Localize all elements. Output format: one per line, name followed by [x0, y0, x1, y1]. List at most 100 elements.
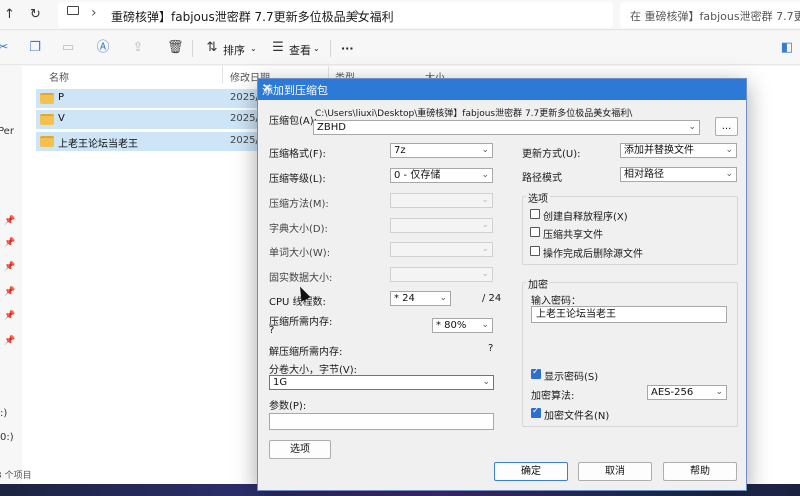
- view-button[interactable]: 查看: [289, 42, 311, 58]
- cancel-button[interactable]: 取消: [578, 462, 652, 481]
- split-volume-value: 1G: [273, 377, 288, 388]
- paste-icon[interactable]: ▭: [61, 41, 75, 55]
- chevron-down-icon: ⌄: [481, 320, 489, 330]
- cpu-threads-select[interactable]: * 24 ⌄: [390, 291, 451, 306]
- file-name: 上老王论坛当老王: [58, 139, 138, 150]
- nav-item[interactable]: :): [0, 408, 7, 419]
- archive-name-value: ZBHD: [317, 122, 346, 133]
- solid-size-select[interactable]: ⌄: [390, 267, 493, 282]
- chevron-down-icon: ⌄: [439, 293, 447, 303]
- cpu-threads-value: * 24: [394, 293, 415, 304]
- encrypt-names-checkbox[interactable]: [531, 406, 541, 418]
- status-bar: 3 个项目: [0, 466, 240, 482]
- path-mode-value: 相对路径: [624, 169, 664, 180]
- chevron-down-icon: ⌄: [481, 269, 489, 279]
- pin-icon: 📌: [4, 336, 16, 346]
- chevron-down-icon: ⌄: [725, 145, 733, 155]
- divider: [222, 66, 223, 84]
- dictionary-select[interactable]: ⌄: [390, 218, 493, 233]
- password-label: 输入密码：: [531, 296, 581, 307]
- chevron-down-icon: ⌄: [481, 170, 489, 180]
- word-size-select[interactable]: ⌄: [390, 242, 493, 257]
- method-select[interactable]: ⌄: [390, 193, 493, 208]
- parameters-label: 参数(P):: [269, 401, 307, 412]
- update-mode-value: 添加并替换文件: [624, 145, 694, 156]
- solid-size-label: 固实数据大小:: [269, 273, 333, 284]
- word-size-label: 单词大小(W):: [269, 248, 331, 259]
- help-button[interactable]: 帮助: [663, 462, 737, 481]
- sfx-checkbox[interactable]: [530, 209, 540, 219]
- cpu-threads-label: CPU 线程数:: [269, 297, 326, 308]
- ok-button[interactable]: 确定: [494, 462, 568, 481]
- address-bar: ↑ ↻ › 重磅核弹】fabjous泄密群 7.7更新多位极品美女福利 › 在 …: [0, 0, 800, 30]
- command-bar: ✂ ❐ ▭ Ⓐ ⇪ 🗑 ⇅ 排序 ⌄ ☰ 查看 ⌄ ··· ◧: [0, 31, 800, 65]
- archive-name-combo[interactable]: ZBHD ⌄: [313, 120, 700, 135]
- show-password-label[interactable]: 显示密码(S): [544, 368, 598, 383]
- decompress-memory-value: ?: [488, 343, 494, 354]
- shared-files-checkbox[interactable]: [530, 227, 540, 237]
- copy-icon[interactable]: ❐: [28, 41, 42, 55]
- level-select[interactable]: 0 - 仅存储 ⌄: [390, 168, 493, 183]
- share-icon[interactable]: ⇪: [131, 41, 145, 55]
- table-row[interactable]: 上老王论坛当老王 2025/7: [36, 132, 276, 151]
- pin-icon: 📌: [4, 262, 16, 272]
- divider: [330, 40, 331, 57]
- show-password-checkbox[interactable]: [531, 367, 541, 379]
- rename-icon[interactable]: Ⓐ: [96, 41, 110, 55]
- table-row[interactable]: V 2025/7: [36, 110, 276, 129]
- chevron-down-icon: ⌄: [715, 387, 723, 397]
- navigation-pane: Per 📌 📌 📌 📌 📌 📌 :) 0:): [0, 66, 22, 486]
- password-input[interactable]: 上老王论坛当老王: [531, 306, 727, 323]
- delete-after-checkbox[interactable]: [530, 246, 540, 256]
- encrypt-names-label[interactable]: 加密文件名(N): [544, 407, 609, 422]
- column-header-name[interactable]: 名称: [49, 69, 69, 84]
- encryption-method-value: AES-256: [651, 387, 694, 398]
- computer-icon: [67, 6, 79, 15]
- options-button[interactable]: 选项: [269, 440, 331, 459]
- breadcrumb[interactable]: 重磅核弹】fabjous泄密群 7.7更新多位极品美女福利: [111, 8, 394, 25]
- dictionary-label: 字典大小(D):: [269, 224, 328, 235]
- memory-usage-select[interactable]: * 80% ⌄: [432, 318, 493, 333]
- refresh-icon[interactable]: ↻: [30, 7, 41, 22]
- nav-item[interactable]: Per: [0, 126, 14, 137]
- file-name: P: [58, 92, 65, 103]
- folder-icon: [40, 136, 54, 147]
- split-volume-combo[interactable]: 1G ⌄: [269, 375, 494, 390]
- delete-after-label[interactable]: 操作完成后删除源文件: [543, 245, 643, 260]
- delete-icon[interactable]: 🗑: [167, 41, 184, 55]
- close-icon[interactable]: ✕: [262, 81, 742, 95]
- more-options-button[interactable]: ···: [341, 42, 354, 55]
- browse-button[interactable]: ...: [715, 117, 738, 136]
- sort-button[interactable]: 排序: [223, 42, 245, 58]
- shared-files-label[interactable]: 压缩共享文件: [543, 226, 603, 241]
- path-mode-select[interactable]: 相对路径 ⌄: [620, 167, 737, 182]
- folder-icon: [40, 114, 54, 125]
- table-row[interactable]: P 2025/7: [36, 89, 276, 108]
- cut-icon[interactable]: ✂: [0, 41, 10, 55]
- address-field[interactable]: › 重磅核弹】fabjous泄密群 7.7更新多位极品美女福利 ›: [58, 2, 613, 28]
- nav-item[interactable]: 0:): [0, 432, 14, 443]
- chevron-down-icon: ⌄: [725, 169, 733, 179]
- search-input[interactable]: 在 重磅核弹】fabjous泄密群 7.7更新多位极品美女: [620, 2, 800, 28]
- encryption-method-label: 加密算法:: [531, 391, 575, 402]
- view-icon[interactable]: ☰: [271, 41, 285, 55]
- add-to-archive-dialog: 添加到压缩包 ✕ 压缩包(A): C:\Users\liuxi\Desktop\…: [257, 78, 747, 491]
- options-group-title: 选项: [526, 190, 550, 205]
- sort-icon[interactable]: ⇅: [205, 41, 219, 55]
- parameters-input[interactable]: [269, 413, 494, 430]
- chevron-down-icon: ⌄: [481, 244, 489, 254]
- details-pane-icon[interactable]: ◧: [780, 41, 794, 55]
- chevron-right-icon[interactable]: ›: [91, 5, 97, 21]
- update-mode-select[interactable]: 添加并替换文件 ⌄: [620, 143, 737, 158]
- up-arrow-icon[interactable]: ↑: [4, 7, 15, 22]
- update-mode-label: 更新方式(U):: [522, 149, 581, 160]
- format-select[interactable]: 7z ⌄: [390, 143, 493, 158]
- level-label: 压缩等级(L):: [269, 174, 326, 185]
- pin-icon: 📌: [4, 287, 16, 297]
- chevron-right-icon[interactable]: ›: [354, 5, 360, 21]
- sfx-label[interactable]: 创建自释放程序(X): [543, 208, 628, 223]
- dialog-titlebar[interactable]: 添加到压缩包 ✕: [258, 79, 746, 100]
- encryption-method-select[interactable]: AES-256 ⌄: [647, 385, 727, 400]
- compress-memory-value: ?: [269, 325, 275, 336]
- split-volume-label: 分卷大小，字节(V):: [269, 365, 358, 376]
